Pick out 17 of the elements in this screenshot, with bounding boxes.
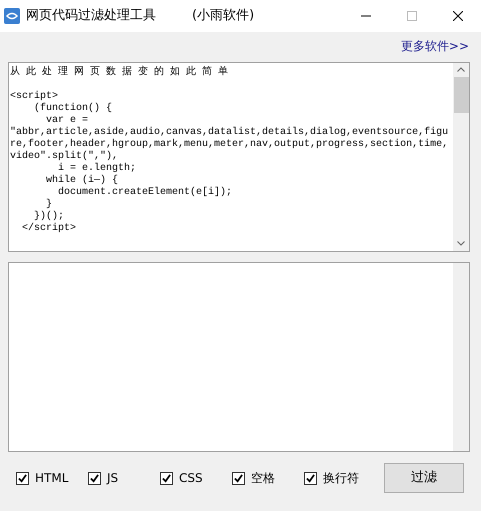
close-icon — [453, 11, 463, 21]
option-label: HTML — [35, 470, 68, 487]
checkbox[interactable] — [88, 472, 101, 484]
option-label: 换行符 — [323, 470, 359, 487]
checkbox[interactable] — [232, 472, 245, 484]
option-label: JS — [107, 470, 118, 487]
window-subtitle: (小雨软件) — [192, 7, 254, 26]
more-software-link[interactable]: 更多软件>> — [400, 37, 469, 62]
checkbox[interactable] — [16, 472, 29, 484]
filter-button[interactable]: 过滤 — [384, 463, 464, 493]
app-icon — [4, 8, 20, 24]
window-title: 网页代码过滤处理工具 — [26, 7, 156, 26]
option-label: CSS — [179, 470, 203, 487]
checkbox[interactable] — [160, 472, 173, 484]
checkbox[interactable] — [304, 472, 317, 484]
maximize-icon — [407, 11, 417, 21]
option-label: 空格 — [251, 470, 275, 487]
